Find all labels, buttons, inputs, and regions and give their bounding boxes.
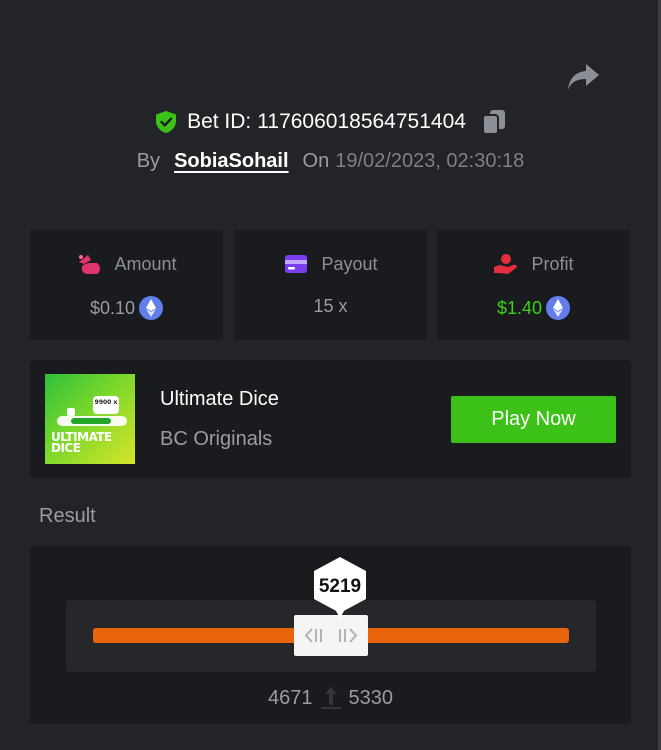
stat-profit-header: Profit — [437, 252, 630, 276]
username-link[interactable]: SobiaSohail — [174, 150, 288, 173]
stat-profit-value-row: $1.40 — [437, 296, 630, 320]
result-card: 5219 4671 5330 — [30, 546, 631, 724]
bet-id-value: 117606018564751404 — [257, 110, 466, 133]
game-card: 9900 x ULTIMATE DICE Ultimate Dice BC Or… — [30, 360, 631, 478]
range-pointer-icon — [320, 687, 341, 709]
thumbnail-logo-text: ULTIMATE DICE — [51, 430, 112, 455]
by-label: By — [136, 149, 161, 172]
play-now-button[interactable]: Play Now — [451, 396, 616, 443]
range-low-value: 4671 — [268, 686, 313, 709]
result-heading: Result — [39, 505, 96, 527]
ethereum-icon — [546, 296, 571, 320]
stat-payout-value-row: 15 x — [234, 296, 427, 317]
share-icon[interactable] — [566, 62, 600, 92]
result-roll-value: 5219 — [318, 576, 362, 597]
stat-profit: Profit $1.40 — [437, 230, 630, 340]
verified-shield-icon — [156, 111, 177, 133]
stat-amount-header: Amount — [30, 252, 223, 276]
hand-coin-icon — [494, 254, 518, 274]
ethereum-icon — [139, 296, 164, 320]
bet-datetime: 19/02/2023, 02:30:18 — [335, 149, 525, 172]
slider-handle-grip-icon — [304, 628, 358, 643]
dice-icon — [67, 408, 75, 416]
money-bag-icon — [79, 255, 101, 274]
stat-profit-label: Profit — [531, 253, 574, 274]
range-high-value: 5330 — [348, 686, 394, 709]
thumbnail-slider-fill — [71, 418, 111, 424]
stat-payout: Payout 15 x — [234, 230, 427, 340]
bet-id-label: Bet ID: — [187, 110, 252, 133]
game-title: Ultimate Dice — [160, 388, 279, 410]
copy-icon[interactable] — [481, 109, 506, 135]
on-label: On — [302, 149, 330, 172]
stat-amount-value-row: $0.10 — [30, 296, 223, 320]
stat-payout-header: Payout — [234, 252, 427, 276]
stat-payout-value: 15 x — [313, 296, 348, 316]
bettor-row: By SobiaSohail On 19/02/2023, 02:30:18 — [0, 146, 661, 176]
stat-payout-label: Payout — [321, 253, 378, 274]
wallet-card-icon — [285, 255, 308, 273]
stat-amount-label: Amount — [114, 253, 177, 274]
stat-profit-value: $1.40 — [496, 297, 543, 318]
stat-amount: Amount $0.10 — [30, 230, 223, 340]
stat-amount-value: $0.10 — [89, 297, 136, 318]
slider-handle[interactable] — [294, 615, 368, 656]
game-thumbnail[interactable]: 9900 x ULTIMATE DICE — [45, 374, 135, 464]
bet-id-row: Bet ID: 117606018564751404 — [0, 106, 661, 138]
thumbnail-multiplier-text: 9900 x — [94, 399, 118, 406]
game-provider: BC Originals — [160, 428, 273, 450]
win-range-row: 4671 5330 — [30, 686, 631, 710]
